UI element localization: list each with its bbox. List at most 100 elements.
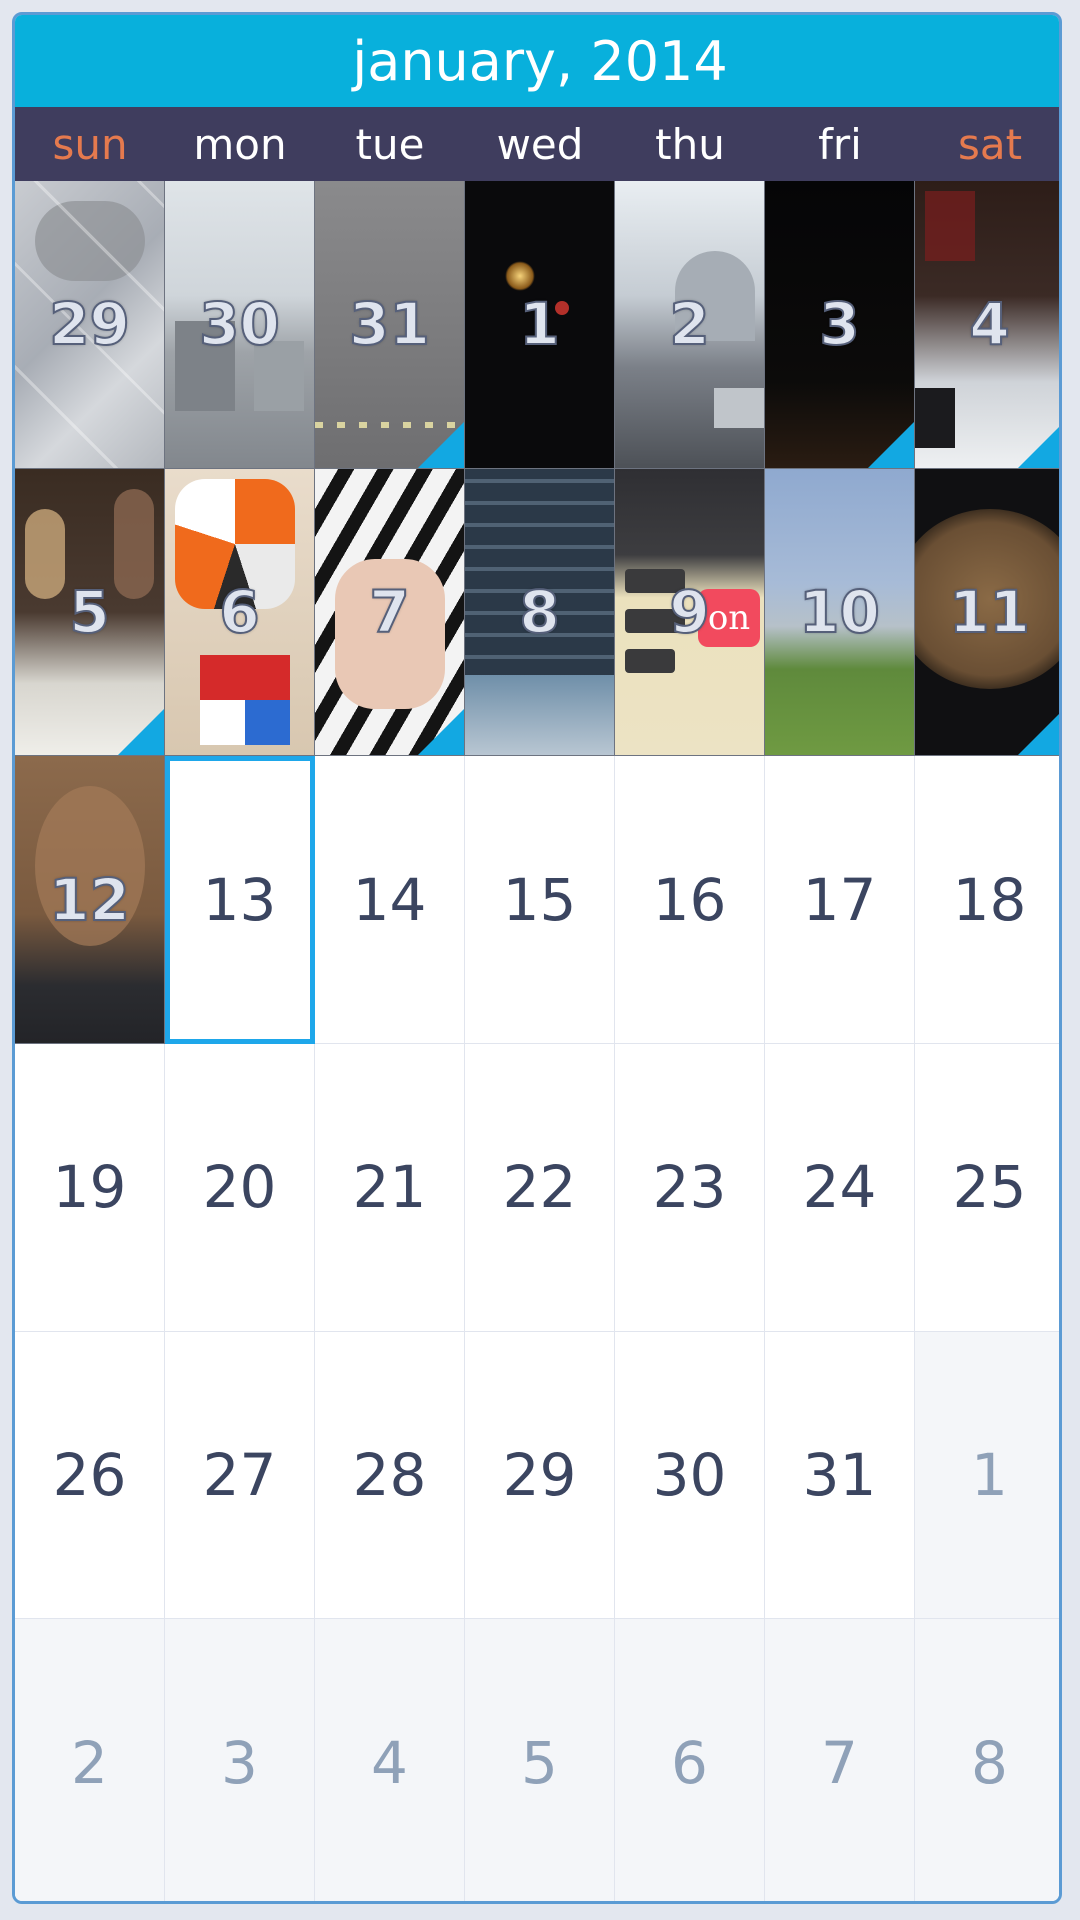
day-number: 3 [818, 289, 860, 359]
day-cell-28[interactable]: 28 [315, 1331, 465, 1620]
day-number: 20 [202, 1153, 277, 1222]
day-number: 4 [968, 289, 1010, 359]
day-number: 8 [518, 577, 560, 647]
day-cell-11[interactable]: 11 [915, 468, 1059, 757]
day-cell-14[interactable]: 14 [315, 756, 465, 1044]
day-cell-next-4[interactable]: 4 [315, 1619, 465, 1901]
day-number: 29 [48, 289, 131, 359]
weekday-header: sun mon tue wed thu fri sat [15, 107, 1059, 181]
day-number: 8 [971, 1728, 1008, 1797]
day-cell-15[interactable]: 15 [465, 756, 615, 1044]
day-number: 23 [652, 1153, 727, 1222]
day-number: 7 [368, 577, 410, 647]
media-corner-icon [418, 709, 464, 756]
day-number: 14 [352, 865, 427, 934]
day-cell-18[interactable]: 18 [915, 756, 1059, 1044]
day-cell-1[interactable]: 1 [465, 181, 615, 469]
day-cell-26[interactable]: 26 [15, 1331, 165, 1620]
media-corner-icon [1018, 709, 1059, 756]
day-number: 1 [518, 289, 560, 359]
day-cell-12[interactable]: 12 [15, 756, 165, 1044]
day-cell-8[interactable]: 8 [465, 468, 615, 757]
day-number: 6 [671, 1728, 708, 1797]
weekday-thu: thu [655, 119, 725, 169]
calendar-widget: january, 2014 sun mon tue wed thu fri sa… [12, 12, 1062, 1904]
day-cell-prev-30[interactable]: 30 [165, 181, 315, 469]
day-cell-16[interactable]: 16 [615, 756, 765, 1044]
day-number: 30 [652, 1440, 727, 1509]
weekday-fri: fri [818, 119, 862, 169]
day-number: 3 [221, 1728, 258, 1797]
day-cell-29[interactable]: 29 [465, 1331, 615, 1620]
day-cell-31[interactable]: 31 [765, 1331, 915, 1620]
day-cell-next-3[interactable]: 3 [165, 1619, 315, 1901]
media-corner-icon [118, 709, 164, 756]
day-cell-next-6[interactable]: 6 [615, 1619, 765, 1901]
day-cell-24[interactable]: 24 [765, 1043, 915, 1332]
day-number: 4 [371, 1728, 408, 1797]
day-cell-prev-31[interactable]: 31 [315, 181, 465, 469]
day-cell-next-2[interactable]: 2 [15, 1619, 165, 1901]
day-number: 12 [48, 865, 131, 935]
day-number: 18 [952, 865, 1027, 934]
month-title: january, 2014 [352, 29, 728, 93]
day-number: 27 [202, 1440, 277, 1509]
day-cell-13-today[interactable]: 13 [165, 756, 315, 1044]
day-number: 21 [352, 1153, 427, 1222]
day-cell-2[interactable]: 2 [615, 181, 765, 469]
day-cell-10[interactable]: 10 [765, 468, 915, 757]
weekday-mon: mon [193, 119, 287, 169]
day-number: 17 [802, 865, 877, 934]
day-number: 6 [218, 577, 260, 647]
day-cell-4[interactable]: 4 [915, 181, 1059, 469]
day-number: 15 [502, 865, 577, 934]
day-cell-5[interactable]: 5 [15, 468, 165, 757]
weekday-sat: sat [957, 119, 1023, 169]
media-corner-icon [1018, 421, 1059, 468]
day-number: 26 [52, 1440, 127, 1509]
media-corner-icon [868, 421, 914, 468]
weekday-sun: sun [52, 119, 128, 169]
day-number: 7 [821, 1728, 858, 1797]
day-number: 11 [948, 577, 1031, 647]
day-number: 19 [52, 1153, 127, 1222]
day-number: 30 [198, 289, 281, 359]
day-number: 24 [802, 1153, 877, 1222]
month-title-bar[interactable]: january, 2014 [15, 15, 1059, 107]
day-cell-25[interactable]: 25 [915, 1043, 1059, 1332]
day-cell-21[interactable]: 21 [315, 1043, 465, 1332]
day-number: 25 [952, 1153, 1027, 1222]
day-number: 5 [521, 1728, 558, 1797]
day-number: 31 [802, 1440, 877, 1509]
day-cell-17[interactable]: 17 [765, 756, 915, 1044]
day-number: 10 [798, 577, 881, 647]
day-cell-next-8[interactable]: 8 [915, 1619, 1059, 1901]
day-number: 2 [668, 289, 710, 359]
day-cell-prev-29[interactable]: 29 [15, 181, 165, 469]
day-cell-next-7[interactable]: 7 [765, 1619, 915, 1901]
day-number: 31 [348, 289, 431, 359]
day-number: 29 [502, 1440, 577, 1509]
day-cell-9[interactable]: on 9 [615, 468, 765, 757]
day-number: 9 [668, 577, 710, 647]
day-cell-22[interactable]: 22 [465, 1043, 615, 1332]
day-number: 5 [68, 577, 110, 647]
day-number: 13 [202, 865, 277, 934]
day-cell-next-5[interactable]: 5 [465, 1619, 615, 1901]
day-number: 22 [502, 1153, 577, 1222]
day-number: 28 [352, 1440, 427, 1509]
day-cell-30[interactable]: 30 [615, 1331, 765, 1620]
day-number: 1 [971, 1440, 1008, 1509]
weekday-tue: tue [355, 119, 425, 169]
day-cell-20[interactable]: 20 [165, 1043, 315, 1332]
day-cell-6[interactable]: 6 [165, 468, 315, 757]
day-number: 16 [652, 865, 727, 934]
day-cell-7[interactable]: 7 [315, 468, 465, 757]
day-cell-27[interactable]: 27 [165, 1331, 315, 1620]
day-cell-23[interactable]: 23 [615, 1043, 765, 1332]
media-corner-icon [418, 421, 464, 468]
day-cell-3[interactable]: 3 [765, 181, 915, 469]
weekday-wed: wed [496, 119, 584, 169]
day-cell-19[interactable]: 19 [15, 1043, 165, 1332]
day-cell-next-1[interactable]: 1 [915, 1331, 1059, 1620]
